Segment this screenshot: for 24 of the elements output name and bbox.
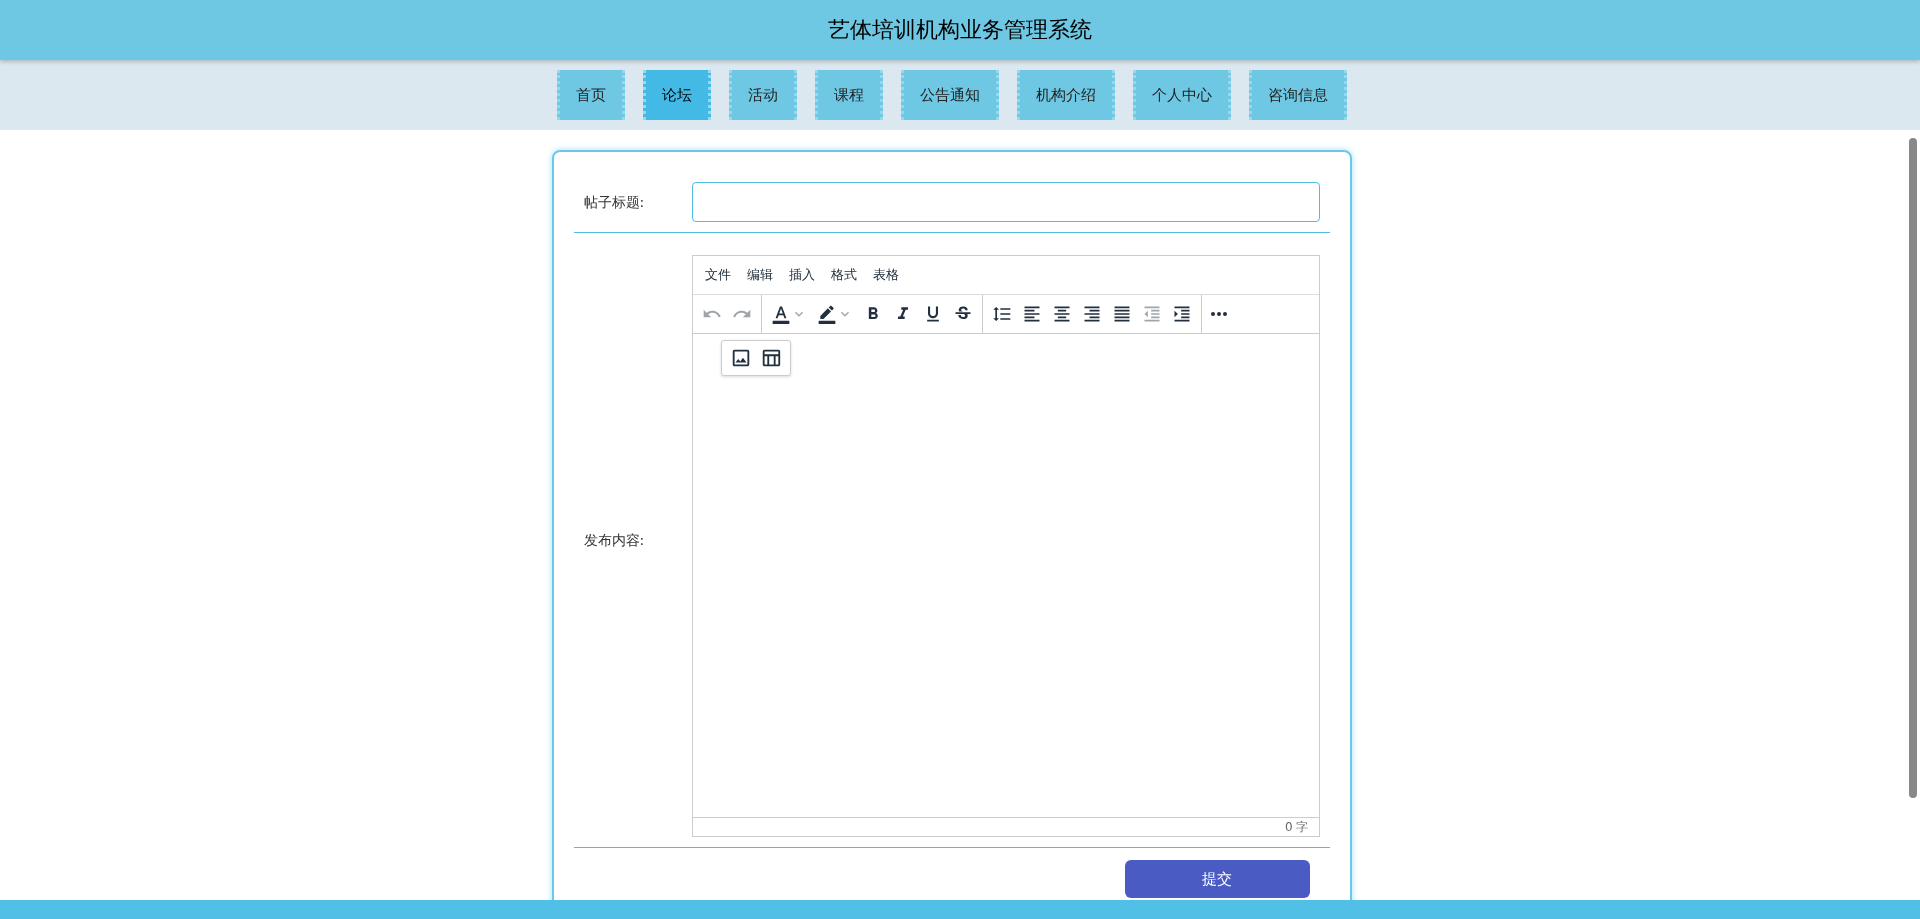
nav-tab[interactable]: 机构介绍 [1016, 70, 1115, 120]
site-title: 艺体培训机构业务管理系统 [828, 16, 1092, 44]
field-label: 帖子标题: [582, 193, 646, 212]
menu-item[interactable]: 格式 [824, 262, 863, 288]
nav-tab[interactable]: 公告通知 [900, 70, 999, 120]
nav-tab[interactable]: 论坛 [642, 70, 711, 120]
submit-button[interactable]: 提交 [1124, 860, 1310, 898]
nav-tab[interactable]: 活动 [728, 70, 797, 120]
text-color-icon [770, 304, 791, 324]
title-input[interactable] [691, 182, 1320, 222]
line-height-icon [991, 304, 1012, 324]
nav-tab[interactable]: 课程 [814, 70, 883, 120]
menu-item[interactable]: 表格 [866, 262, 905, 288]
nav-tab[interactable]: 首页 [556, 70, 625, 120]
word-count: 0 字 [1285, 818, 1309, 836]
field-label: 发布内容: [582, 531, 646, 550]
menu-item[interactable]: 文件 [698, 262, 737, 288]
scrollbar[interactable] [1909, 138, 1917, 798]
menu-item[interactable]: 编辑 [740, 262, 779, 288]
menu-item[interactable]: 插入 [782, 262, 821, 288]
nav-tab[interactable]: 个人中心 [1132, 70, 1231, 120]
more-icon [1210, 312, 1227, 316]
nav-tab[interactable]: 咨询信息 [1248, 70, 1347, 120]
highlighter-icon [816, 304, 837, 324]
